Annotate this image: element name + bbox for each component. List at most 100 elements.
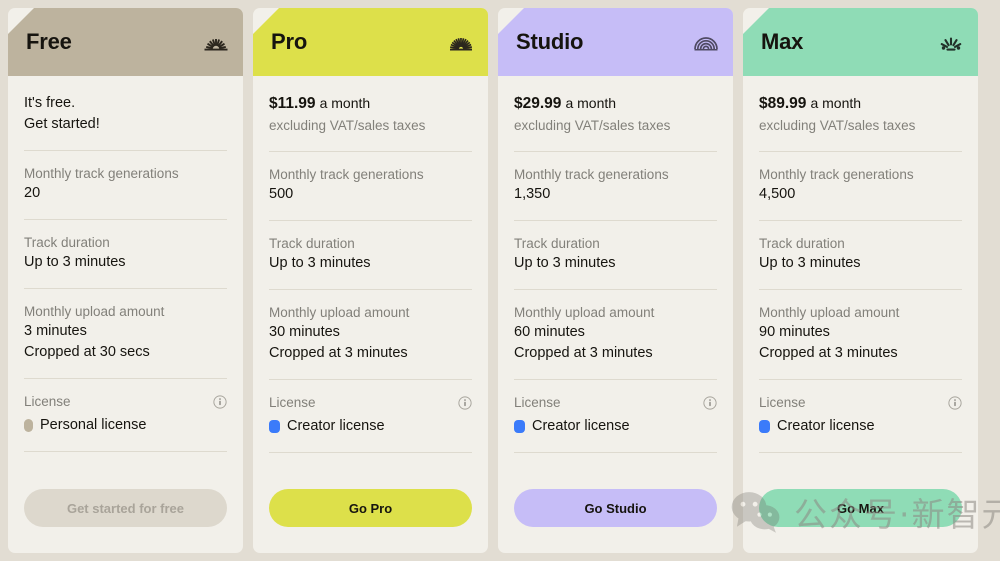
feature-row: Monthly track generations4,500 [759, 152, 962, 205]
feature-label: Monthly track generations [759, 165, 962, 184]
plan-price-block: $29.99 a monthexcluding VAT/sales taxes [514, 76, 717, 136]
plan-header-studio: Studio [498, 8, 733, 76]
plan-card-studio: Studio $29.99 a monthexcluding VAT/sales… [498, 8, 733, 553]
plan-title: Free [26, 31, 203, 53]
feature-label: Monthly upload amount [514, 303, 717, 322]
feature-value: Cropped at 3 minutes [269, 343, 472, 364]
plan-price-block: It's free.Get started! [24, 76, 227, 135]
info-circle-icon[interactable] [703, 396, 717, 410]
rainbow-icon [693, 33, 719, 51]
license-color-dot [759, 420, 770, 433]
feature-row: Track durationUp to 3 minutes [269, 221, 472, 274]
pricing-plans-grid: Free It's free.Get started! Monthly track… [8, 8, 992, 553]
feature-value: Up to 3 minutes [514, 253, 717, 274]
plan-title: Max [761, 31, 938, 53]
license-bottom-divider [759, 452, 962, 453]
feature-value: Up to 3 minutes [759, 253, 962, 274]
license-value-row: Creator license [269, 416, 472, 437]
license-value-row: Personal license [24, 415, 227, 436]
cta-container: Go Studio [514, 489, 717, 553]
feature-value: 1,350 [514, 184, 717, 205]
plan-price-line: $89.99 a month [759, 93, 962, 114]
plan-body: $89.99 a monthexcluding VAT/sales taxesM… [743, 76, 978, 553]
license-color-dot [269, 420, 280, 433]
cta-container: Get started for free [24, 489, 227, 553]
feature-row: Monthly track generations1,350 [514, 152, 717, 205]
plan-price-note: excluding VAT/sales taxes [759, 116, 962, 136]
feature-value: Cropped at 30 secs [24, 342, 227, 363]
feature-row: Monthly track generations20 [24, 151, 227, 204]
license-value-row: Creator license [759, 416, 962, 437]
feature-label: Monthly track generations [24, 164, 227, 183]
feature-row: Track durationUp to 3 minutes [24, 220, 227, 273]
license-value-row: Creator license [514, 416, 717, 437]
license-label: License [24, 392, 71, 411]
plan-body: $11.99 a monthexcluding VAT/sales taxes M… [253, 76, 488, 553]
plan-card-pro: Pro $11.99 a monthexcluding VAT/sales ta… [253, 8, 488, 553]
feature-label: Monthly track generations [514, 165, 717, 184]
plan-header-pro: Pro [253, 8, 488, 76]
feature-row: Monthly upload amount3 minutesCropped at… [24, 289, 227, 363]
info-circle-icon[interactable] [948, 396, 962, 410]
feature-row: Track durationUp to 3 minutes [514, 221, 717, 274]
license-bottom-divider [269, 452, 472, 453]
plan-price-period: a month [565, 95, 616, 111]
plan-card-free: Free It's free.Get started! Monthly track… [8, 8, 243, 553]
sparkle-burst-icon [938, 33, 964, 51]
info-circle-icon[interactable] [213, 395, 227, 409]
license-label: License [514, 393, 561, 412]
sunburst-icon [448, 33, 474, 51]
feature-row: Monthly upload amount60 minutesCropped a… [514, 290, 717, 364]
feature-value: 90 minutes [759, 322, 962, 343]
license-color-dot [514, 420, 525, 433]
plan-body: $29.99 a monthexcluding VAT/sales taxes M… [498, 76, 733, 553]
plan-header-max: Max [743, 8, 978, 76]
license-header: License [269, 380, 472, 412]
license-bottom-divider [24, 451, 227, 452]
plan-free-line: Get started! [24, 114, 227, 135]
plan-price-period: a month [810, 95, 861, 111]
license-value: Creator license [777, 416, 875, 437]
plan-header-free: Free [8, 8, 243, 76]
sunrise-icon [203, 33, 229, 51]
cta-button-pro[interactable]: Go Pro [269, 489, 472, 527]
feature-row: Monthly track generations500 [269, 152, 472, 205]
plan-price-amount: $29.99 [514, 95, 561, 112]
feature-value: 3 minutes [24, 321, 227, 342]
feature-label: Track duration [514, 234, 717, 253]
feature-value: 60 minutes [514, 322, 717, 343]
feature-label: Track duration [269, 234, 472, 253]
cta-container: Go Max [759, 489, 962, 553]
plan-card-max: Max $89.99 a monthexcluding VAT/sales ta… [743, 8, 978, 553]
cta-button-max[interactable]: Go Max [759, 489, 962, 527]
plan-price-period: a month [320, 95, 371, 111]
plan-price-block: $89.99 a monthexcluding VAT/sales taxes [759, 76, 962, 136]
plan-free-line: It's free. [24, 93, 227, 114]
license-bottom-divider [514, 452, 717, 453]
feature-label: Monthly upload amount [269, 303, 472, 322]
cta-button-free: Get started for free [24, 489, 227, 527]
plan-price-amount: $89.99 [759, 95, 806, 112]
plan-title: Pro [271, 31, 448, 53]
plan-title: Studio [516, 31, 693, 53]
license-label: License [269, 393, 316, 412]
feature-row: Monthly upload amount30 minutesCropped a… [269, 290, 472, 364]
feature-row: Monthly upload amount90 minutesCropped a… [759, 290, 962, 364]
feature-label: Track duration [24, 233, 227, 252]
plan-price-note: excluding VAT/sales taxes [269, 116, 472, 136]
cta-container: Go Pro [269, 489, 472, 553]
info-circle-icon[interactable] [458, 396, 472, 410]
feature-value: 20 [24, 183, 227, 204]
plan-price-block: $11.99 a monthexcluding VAT/sales taxes [269, 76, 472, 136]
feature-row: Track durationUp to 3 minutes [759, 221, 962, 274]
plan-price-line: $11.99 a month [269, 93, 472, 114]
feature-value: 4,500 [759, 184, 962, 205]
license-header: License [24, 379, 227, 411]
feature-value: Up to 3 minutes [24, 252, 227, 273]
license-label: License [759, 393, 806, 412]
feature-value: 500 [269, 184, 472, 205]
license-value: Creator license [532, 416, 630, 437]
license-color-dot [24, 419, 33, 432]
cta-button-studio[interactable]: Go Studio [514, 489, 717, 527]
license-value: Personal license [40, 415, 146, 436]
